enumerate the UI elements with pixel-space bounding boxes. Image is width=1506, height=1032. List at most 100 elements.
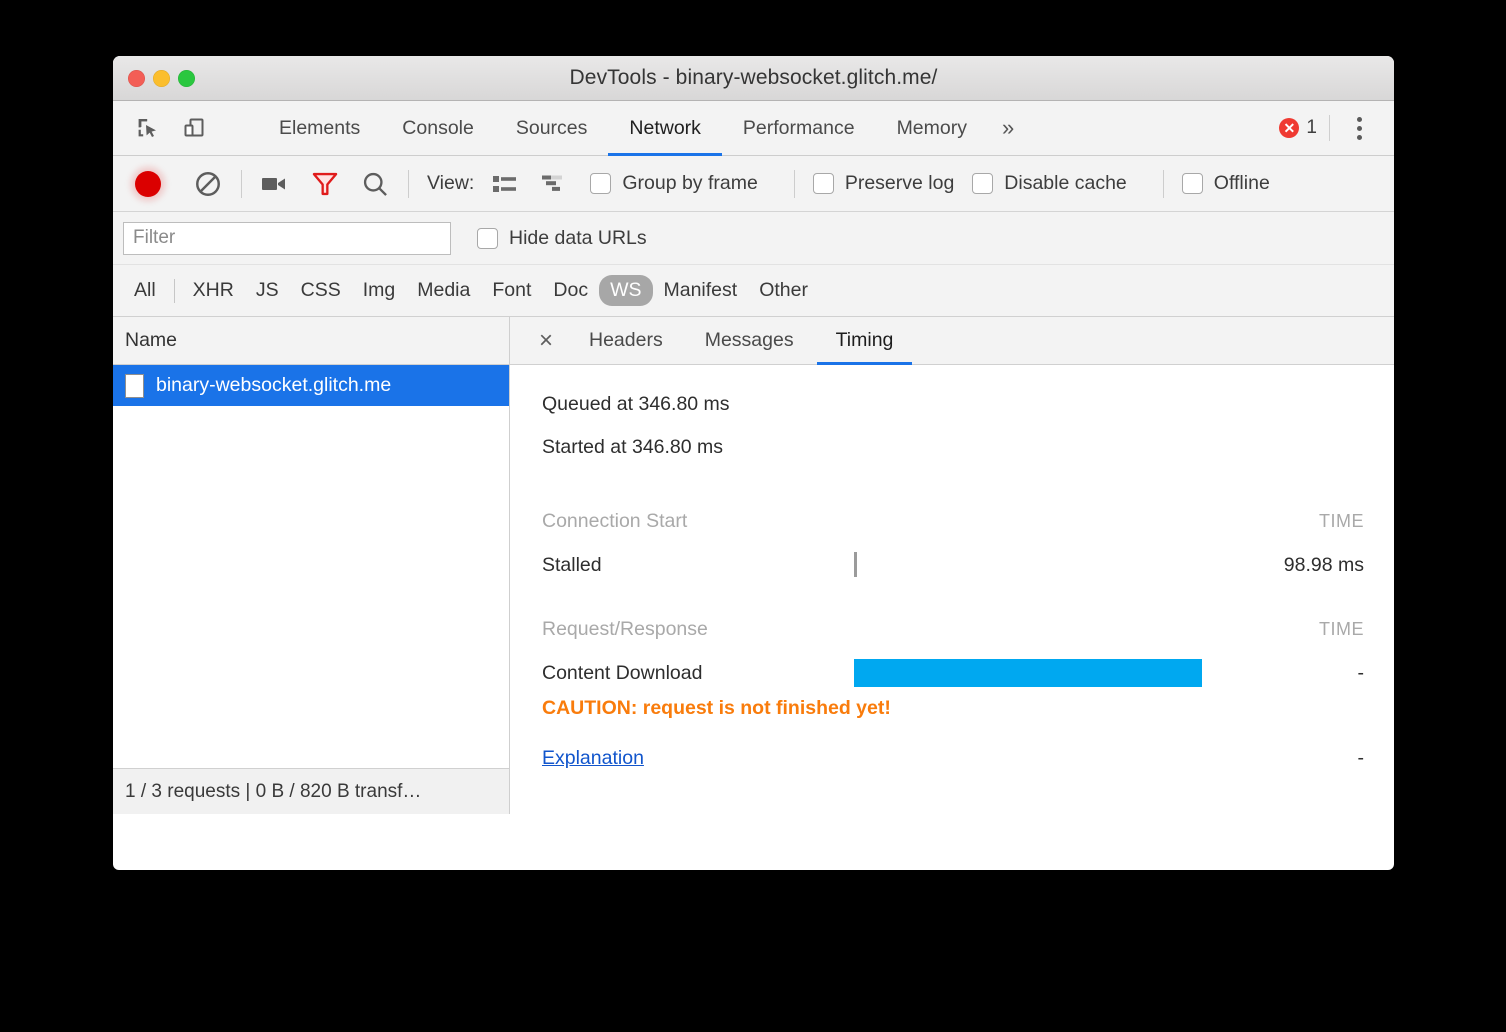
timing-started: Started at 346.80 ms bbox=[542, 436, 724, 458]
clear-button[interactable] bbox=[193, 169, 223, 199]
close-detail-icon[interactable]: × bbox=[524, 317, 568, 364]
explanation-link[interactable]: Explanation bbox=[542, 747, 854, 770]
toolbar-divider bbox=[241, 169, 242, 198]
preserve-log-label[interactable]: Preserve log bbox=[845, 172, 954, 195]
detail-tabstrip: × Headers Messages Timing bbox=[510, 317, 1394, 365]
type-filter-all[interactable]: All bbox=[123, 275, 167, 306]
request-summary-status-bar: 1 / 3 requests | 0 B / 820 B transf… bbox=[113, 768, 509, 814]
timing-time-header: TIME bbox=[1319, 510, 1364, 531]
record-button[interactable] bbox=[133, 169, 163, 199]
timing-bar-column bbox=[854, 607, 1194, 651]
request-row[interactable]: binary-websocket.glitch.me bbox=[113, 365, 509, 406]
request-detail-pane: × Headers Messages Timing Queued at 346.… bbox=[510, 317, 1394, 814]
tab-timing[interactable]: Timing bbox=[815, 317, 915, 365]
hide-data-urls-checkbox-row[interactable]: Hide data URLs bbox=[477, 227, 665, 250]
list-view-icon[interactable] bbox=[490, 169, 520, 199]
minimize-window-button[interactable] bbox=[153, 70, 170, 87]
resource-type-filters: All XHR JS CSS Img Media Font Doc WS Man… bbox=[113, 265, 1394, 317]
type-filter-font[interactable]: Font bbox=[481, 275, 542, 306]
timing-spacer bbox=[542, 479, 1364, 499]
timing-section-header: Request/Response TIME bbox=[542, 607, 1364, 651]
type-filter-css[interactable]: CSS bbox=[290, 275, 352, 306]
document-icon bbox=[125, 373, 144, 398]
timing-section-title: Connection Start bbox=[542, 509, 688, 532]
preserve-log-checkbox-row[interactable]: Preserve log bbox=[812, 172, 972, 195]
devtools-main-tabs: Elements Console Sources Network Perform… bbox=[258, 101, 1028, 156]
group-by-frame-label[interactable]: Group by frame bbox=[622, 172, 757, 195]
type-filter-xhr[interactable]: XHR bbox=[182, 275, 245, 306]
tab-sources[interactable]: Sources bbox=[495, 101, 609, 155]
inspect-element-icon[interactable] bbox=[133, 113, 163, 143]
filter-icon[interactable] bbox=[310, 169, 340, 199]
disable-cache-checkbox[interactable] bbox=[972, 173, 994, 194]
timing-bar-column bbox=[854, 651, 1202, 695]
more-options-kebab-icon[interactable] bbox=[1342, 111, 1376, 145]
type-filter-js[interactable]: JS bbox=[245, 275, 290, 306]
tab-network[interactable]: Network bbox=[608, 101, 722, 156]
tab-messages[interactable]: Messages bbox=[684, 317, 815, 364]
filter-input[interactable] bbox=[123, 221, 451, 255]
maximize-window-button[interactable] bbox=[178, 70, 195, 87]
devtools-tabstrip-right: ✕ 1 bbox=[1279, 101, 1394, 155]
offline-checkbox-row[interactable]: Offline bbox=[1181, 172, 1288, 195]
tab-memory[interactable]: Memory bbox=[876, 101, 988, 155]
capture-screenshots-icon[interactable] bbox=[260, 169, 290, 199]
toolbar-divider bbox=[408, 169, 409, 198]
error-count-label: 1 bbox=[1306, 117, 1317, 138]
timing-bar-column bbox=[854, 543, 1194, 587]
request-list-header: Name bbox=[113, 317, 509, 365]
hide-data-urls-label[interactable]: Hide data URLs bbox=[509, 227, 647, 250]
type-filter-ws[interactable]: WS bbox=[599, 275, 653, 306]
timing-section-connection-start: Connection Start TIME Stalled 98.98 ms bbox=[542, 499, 1364, 587]
explanation-time: - bbox=[1357, 746, 1365, 769]
type-filter-other[interactable]: Other bbox=[748, 275, 819, 306]
device-toolbar-icon[interactable] bbox=[179, 113, 209, 143]
tab-console[interactable]: Console bbox=[381, 101, 495, 155]
offline-checkbox[interactable] bbox=[1181, 173, 1203, 194]
devtools-tabstrip: Elements Console Sources Network Perform… bbox=[113, 101, 1394, 156]
timing-row-time: 98.98 ms bbox=[1283, 553, 1364, 576]
timing-section-header: Connection Start TIME bbox=[542, 499, 1364, 543]
timing-row-label: Stalled bbox=[542, 553, 602, 576]
error-circle-icon: ✕ bbox=[1279, 118, 1300, 138]
filter-row: Hide data URLs bbox=[113, 212, 1394, 265]
more-tabs-chevron-icon[interactable]: » bbox=[988, 101, 1028, 155]
search-icon[interactable] bbox=[360, 169, 390, 199]
window-controls bbox=[128, 56, 195, 101]
group-by-frame-checkbox[interactable] bbox=[590, 173, 612, 194]
type-filter-media[interactable]: Media bbox=[406, 275, 481, 306]
request-list-pane: Name binary-websocket.glitch.me 1 / 3 re… bbox=[113, 317, 510, 814]
group-by-frame-checkbox-row[interactable]: Group by frame bbox=[590, 172, 775, 195]
content-download-bar bbox=[854, 659, 1202, 687]
timing-row-stalled: Stalled 98.98 ms bbox=[542, 543, 1364, 587]
toolbar-divider bbox=[1162, 169, 1164, 198]
timing-content: Queued at 346.80 ms Started at 346.80 ms… bbox=[510, 365, 1394, 814]
timing-bar-column bbox=[854, 736, 1194, 780]
view-label: View: bbox=[427, 172, 475, 194]
timing-row-time: - bbox=[1357, 661, 1365, 684]
tab-elements[interactable]: Elements bbox=[258, 101, 381, 155]
network-body: Name binary-websocket.glitch.me 1 / 3 re… bbox=[113, 317, 1394, 814]
timing-caution-message: CAUTION: request is not finished yet! bbox=[542, 697, 891, 719]
tab-headers[interactable]: Headers bbox=[568, 317, 684, 364]
disable-cache-checkbox-row[interactable]: Disable cache bbox=[972, 172, 1144, 195]
record-dot-icon bbox=[135, 170, 161, 197]
error-count-badge[interactable]: ✕ 1 bbox=[1279, 117, 1329, 139]
window-title: DevTools - binary-websocket.glitch.me/ bbox=[569, 66, 938, 89]
type-filter-doc[interactable]: Doc bbox=[542, 275, 599, 306]
waterfall-view-icon[interactable] bbox=[540, 169, 570, 199]
preserve-log-checkbox[interactable] bbox=[812, 173, 834, 194]
offline-label[interactable]: Offline bbox=[1214, 172, 1270, 195]
hide-data-urls-checkbox[interactable] bbox=[477, 227, 498, 249]
type-filter-manifest[interactable]: Manifest bbox=[653, 275, 749, 306]
column-header-name[interactable]: Name bbox=[125, 329, 177, 352]
type-filter-img[interactable]: Img bbox=[352, 275, 407, 306]
stalled-bar-marker bbox=[854, 552, 857, 577]
timing-section-title: Request/Response bbox=[542, 617, 708, 640]
timing-spacer bbox=[542, 587, 1364, 607]
tab-performance[interactable]: Performance bbox=[722, 101, 876, 155]
timing-section-request-response: Request/Response TIME Content Download - bbox=[542, 607, 1364, 695]
devtools-tool-icons bbox=[113, 101, 258, 155]
disable-cache-label[interactable]: Disable cache bbox=[1004, 172, 1126, 195]
close-window-button[interactable] bbox=[128, 70, 145, 87]
